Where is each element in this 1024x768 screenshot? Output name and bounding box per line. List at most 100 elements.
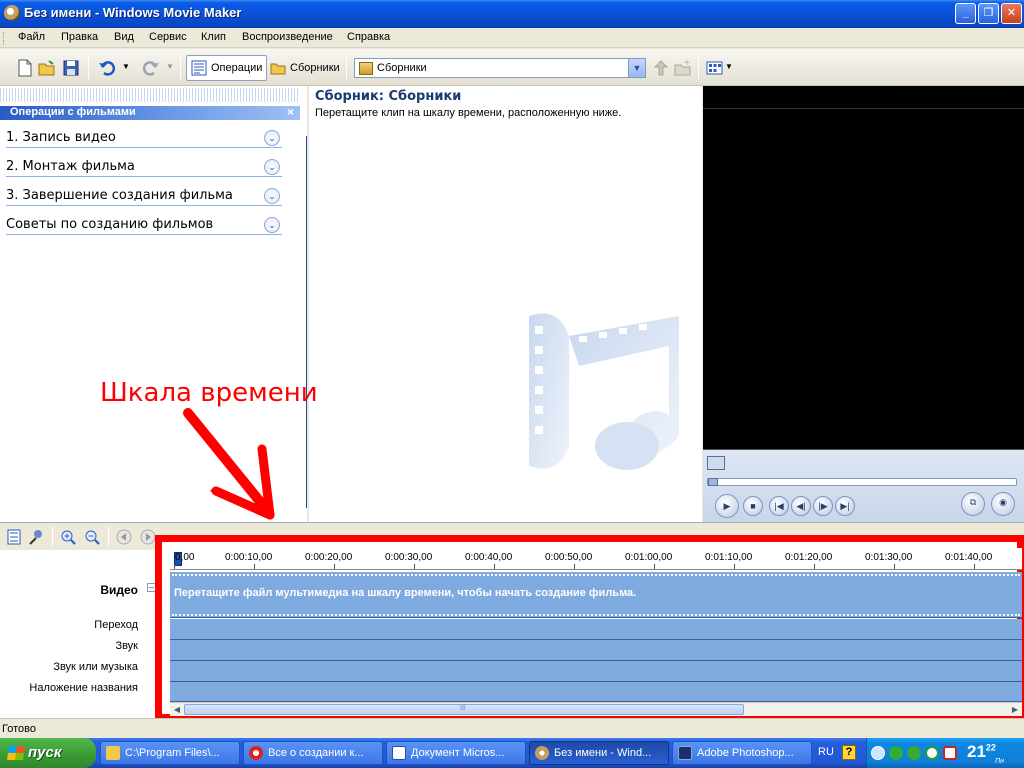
task-label: 3. Завершение создания фильма	[6, 188, 233, 203]
tasks-header-band: Операции с фильмами ×	[0, 105, 300, 120]
system-tray: 2122 Пн	[866, 738, 1024, 768]
close-tasks-icon[interactable]: ×	[287, 105, 294, 119]
task-finish-movie[interactable]: 3. Завершение создания фильма ⌄	[6, 184, 282, 206]
tray-app-icon[interactable]	[943, 746, 957, 760]
tasks-header-title: Операции с фильмами	[10, 106, 136, 118]
set-audio-levels-icon[interactable]	[28, 529, 44, 545]
audio-track[interactable]	[170, 640, 1022, 661]
save-project-icon[interactable]	[62, 59, 80, 77]
status-text: Готово	[2, 723, 36, 735]
ruler-tick-mark	[894, 564, 895, 569]
taskbar-item-photoshop[interactable]: Adobe Photoshop...	[672, 741, 812, 765]
taskbar-item-opera[interactable]: Все о создании к...	[243, 741, 383, 765]
collection-combobox[interactable]: Сборники ▼	[354, 58, 646, 78]
tray-expand-icon[interactable]	[871, 746, 885, 760]
chevron-down-icon[interactable]: ⌄	[264, 159, 280, 175]
chevron-down-icon[interactable]: ⌄	[264, 188, 280, 204]
task-movie-tips[interactable]: Советы по созданию фильмов ⌄	[6, 213, 282, 235]
ruler-tick-mark	[734, 564, 735, 569]
movie-maker-app-icon[interactable]	[4, 5, 20, 21]
back-icon[interactable]: |◀	[769, 496, 789, 516]
storyboard-toggle-icon[interactable]	[6, 529, 22, 545]
scroll-right-icon[interactable]: ▶	[1008, 703, 1022, 716]
track-label-video: Видео	[100, 583, 138, 597]
taskbar-item-label: Adobe Photoshop...	[697, 747, 794, 759]
open-project-icon[interactable]	[38, 59, 56, 77]
operations-button[interactable]: Операции	[186, 55, 268, 81]
redo-icon[interactable]	[142, 59, 160, 77]
scroll-left-icon[interactable]: ◀	[170, 703, 184, 716]
word-document-icon	[392, 746, 406, 760]
play-icon[interactable]: ▶	[715, 494, 739, 518]
chevron-down-icon[interactable]: ▼	[628, 59, 645, 77]
menu-clip[interactable]: Клип	[201, 31, 226, 43]
task-label: Советы по созданию фильмов	[6, 217, 214, 232]
play-timeline-icon[interactable]	[140, 529, 156, 545]
fullscreen-icon[interactable]	[707, 456, 725, 470]
take-picture-icon[interactable]: ◉	[991, 492, 1015, 516]
views-icon[interactable]	[706, 59, 724, 77]
close-button[interactable]: ✕	[1001, 3, 1022, 24]
timeline-horizontal-scrollbar[interactable]: ◀ III ▶	[170, 702, 1022, 716]
ruler-tick-label: 0:00:50,00	[545, 552, 593, 563]
transition-track[interactable]	[170, 619, 1022, 640]
collection-combo-value: Сборники	[377, 62, 427, 74]
chevron-down-icon[interactable]: ⌄	[264, 217, 280, 233]
new-project-icon[interactable]	[16, 59, 34, 77]
update-icon[interactable]	[925, 746, 939, 760]
pane-splitter[interactable]	[306, 136, 307, 508]
zoom-in-icon[interactable]	[60, 529, 76, 545]
ruler-tick-mark	[494, 564, 495, 569]
ruler-tick-label: 0:00:10,00	[225, 552, 273, 563]
stop-icon[interactable]: ■	[743, 496, 763, 516]
seek-thumb[interactable]	[708, 478, 718, 486]
menu-tools[interactable]: Сервис	[149, 31, 187, 43]
language-indicator[interactable]: RU	[818, 746, 834, 758]
taskbar-item-word[interactable]: Документ Micros...	[386, 741, 526, 765]
scrollbar-thumb[interactable]: III	[184, 704, 744, 715]
network-icon[interactable]	[889, 746, 903, 760]
undo-icon[interactable]	[98, 59, 116, 77]
photoshop-icon	[678, 746, 692, 760]
header-pattern	[0, 88, 300, 102]
help-icon[interactable]: ?	[842, 745, 856, 760]
start-button[interactable]: пуск	[0, 738, 96, 768]
maximize-button[interactable]: ❐	[978, 3, 999, 24]
ruler-tick-label: 0:01:20,00	[785, 552, 833, 563]
timeline-ruler[interactable]: 0,00 0:00:10,00 0:00:20,00 0:00:30,00 0:…	[170, 548, 1022, 570]
antivirus-icon[interactable]	[907, 746, 921, 760]
up-level-icon[interactable]	[652, 59, 670, 77]
menu-edit[interactable]: Правка	[61, 31, 98, 43]
menu-view[interactable]: Вид	[114, 31, 134, 43]
task-capture-video[interactable]: 1. Запись видео ⌄	[6, 126, 282, 148]
ruler-tick-mark	[414, 564, 415, 569]
undo-dropdown-icon[interactable]: ▼	[122, 62, 130, 71]
title-overlay-track[interactable]	[170, 682, 1022, 702]
collections-button[interactable]: Сборники	[266, 55, 344, 81]
rewind-timeline-icon[interactable]	[116, 529, 132, 545]
menu-grip[interactable]	[3, 32, 6, 45]
forward-icon[interactable]: ▶|	[835, 496, 855, 516]
taskbar-item-movie-maker[interactable]: Без имени - Wind...	[529, 741, 669, 765]
taskbar-item-explorer[interactable]: C:\Program Files\...	[100, 741, 240, 765]
zoom-out-icon[interactable]	[84, 529, 100, 545]
collection-pane[interactable]: Сборник: Сборники Перетащите клип на шка…	[308, 86, 702, 522]
seek-bar[interactable]	[707, 478, 1017, 486]
video-track[interactable]: Перетащите файл мультимедиа на шкалу вре…	[170, 572, 1022, 618]
new-collection-folder-icon[interactable]	[674, 59, 692, 77]
redo-dropdown-icon[interactable]: ▼	[166, 62, 174, 71]
audio-music-track[interactable]	[170, 661, 1022, 682]
timeline-area[interactable]: 0,00 0:00:10,00 0:00:20,00 0:00:30,00 0:…	[155, 535, 1024, 721]
title-bar[interactable]: Без имени - Windows Movie Maker _ ❐ ✕	[0, 0, 1024, 28]
menu-playback[interactable]: Воспроизведение	[242, 31, 333, 43]
menu-help[interactable]: Справка	[347, 31, 390, 43]
views-dropdown-icon[interactable]: ▼	[725, 62, 733, 71]
menu-file[interactable]: Файл	[18, 31, 45, 43]
previous-frame-icon[interactable]: ◀|	[791, 496, 811, 516]
split-clip-icon[interactable]: ⧉	[961, 492, 985, 516]
chevron-down-icon[interactable]: ⌄	[264, 130, 280, 146]
minimize-button[interactable]: _	[955, 3, 976, 24]
clock[interactable]: 2122	[967, 742, 996, 762]
task-edit-movie[interactable]: 2. Монтаж фильма ⌄	[6, 155, 282, 177]
next-frame-icon[interactable]: |▶	[813, 496, 833, 516]
